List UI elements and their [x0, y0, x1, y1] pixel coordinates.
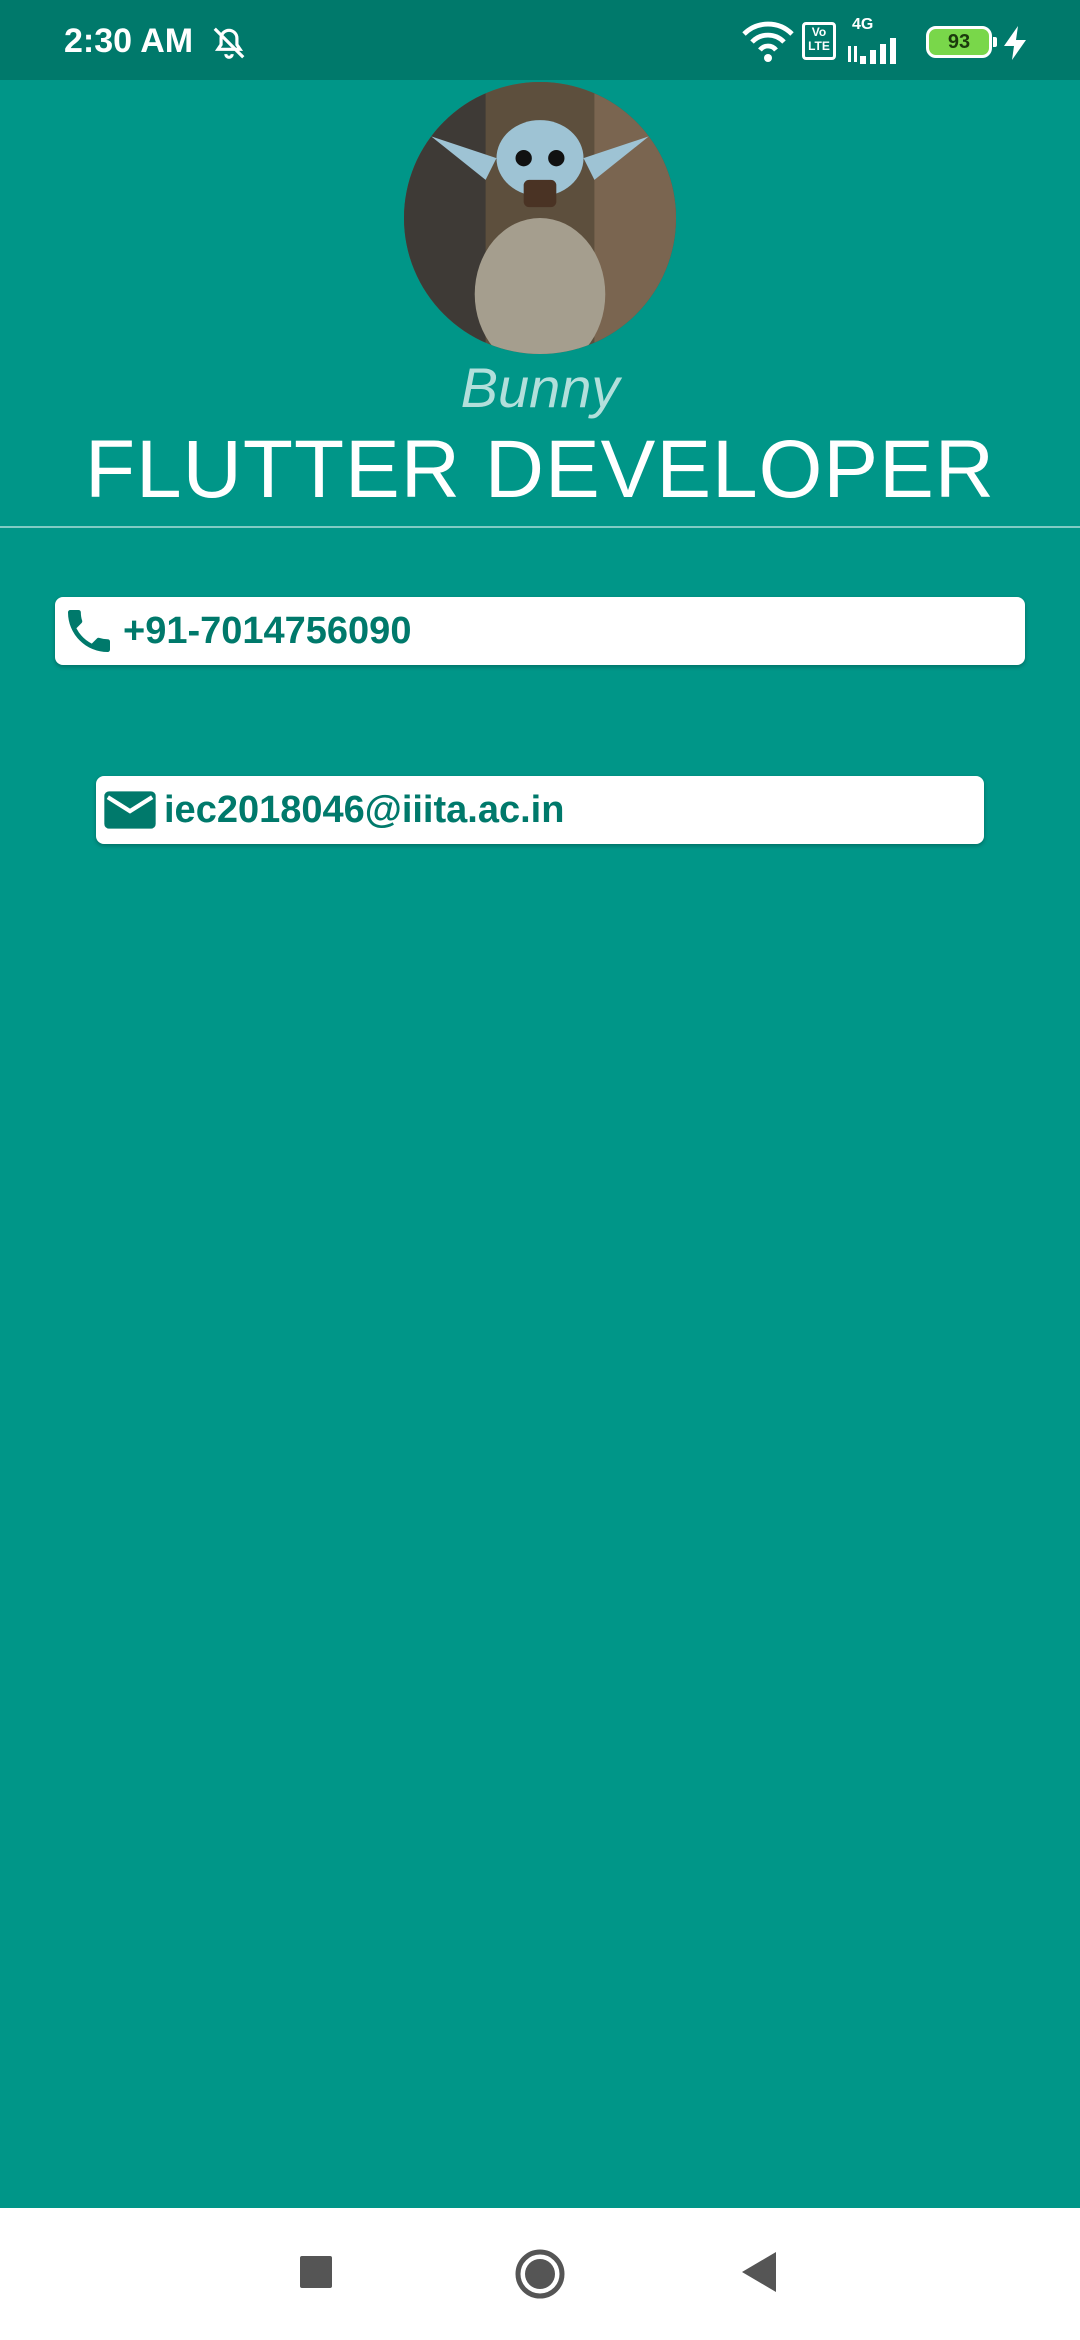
avatar-image	[404, 82, 676, 354]
phone-number: +91-7014756090	[123, 610, 412, 652]
phone-icon	[68, 610, 110, 652]
network-type-label: 4G	[852, 16, 874, 33]
recents-button[interactable]	[300, 2256, 332, 2288]
wifi-icon	[742, 21, 794, 62]
status-bar: 2:30 AM Vo LTE 4G 93	[0, 0, 1080, 80]
navigation-bar	[0, 2208, 1080, 2340]
divider	[0, 526, 1080, 528]
back-button[interactable]	[742, 2252, 778, 2292]
home-button[interactable]	[514, 2248, 566, 2300]
phone-card[interactable]: +91-7014756090	[55, 597, 1025, 665]
charging-icon	[1004, 26, 1026, 60]
volte-icon: Vo LTE	[802, 22, 836, 60]
job-title: FLUTTER DEVELOPER	[84, 424, 996, 515]
alarm-off-icon	[213, 27, 245, 59]
profile-name: Bunny	[460, 356, 620, 419]
mail-icon	[104, 791, 156, 829]
email-card[interactable]: iec2018046@iiita.ac.in	[96, 776, 984, 844]
signal-icon	[848, 38, 896, 64]
avatar	[404, 82, 676, 354]
email-address: iec2018046@iiita.ac.in	[164, 789, 565, 831]
status-time: 2:30 AM	[64, 22, 194, 60]
battery-icon: 93	[926, 26, 997, 58]
